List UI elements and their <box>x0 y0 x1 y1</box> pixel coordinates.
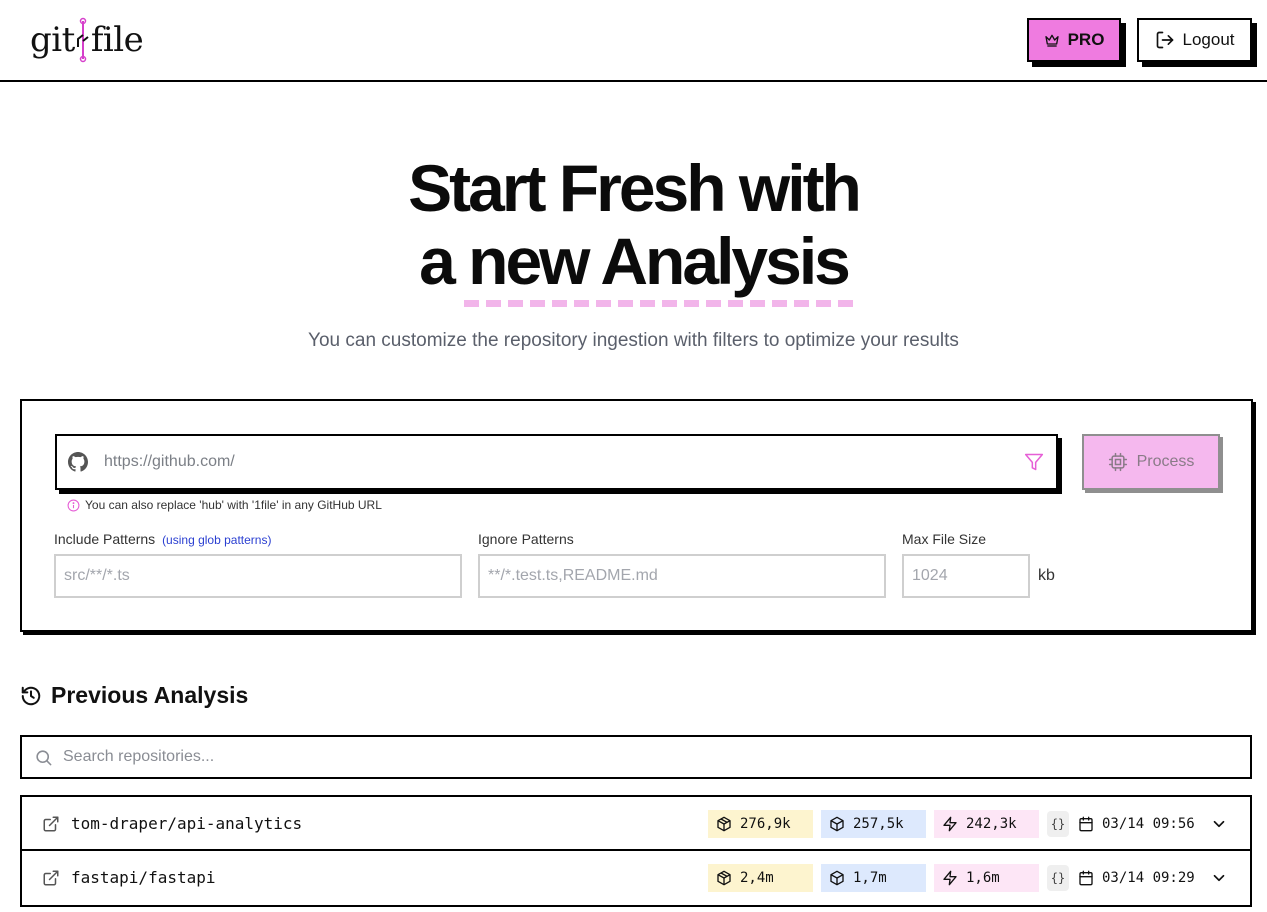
stat-value: 257,5k <box>853 816 904 832</box>
info-icon <box>67 499 80 511</box>
include-patterns-label: Include Patterns (using glob patterns) <box>54 531 271 547</box>
process-button[interactable]: Process <box>1082 434 1220 490</box>
pro-button[interactable]: PRO <box>1027 18 1121 62</box>
stat-badge-size: 1,7m <box>821 864 926 892</box>
history-icon <box>21 686 41 705</box>
repo-search-field[interactable] <box>20 735 1252 779</box>
url-hint: You can also replace 'hub' with '1file' … <box>67 498 382 512</box>
crown-icon <box>1044 34 1059 47</box>
repo-row[interactable]: fastapi/fastapi 2,4m 1,7m 1,6m {} 03/14 … <box>22 851 1250 905</box>
boxes-icon <box>717 870 731 886</box>
glob-patterns-link[interactable]: (using glob patterns) <box>162 533 271 547</box>
include-patterns-label-text: Include Patterns <box>54 531 156 547</box>
include-patterns-field[interactable] <box>54 554 462 598</box>
analysis-date: 03/14 09:56 <box>1078 810 1195 838</box>
hero-title-line2: a new Analysis <box>419 224 851 298</box>
github-icon <box>68 451 90 473</box>
repo-list: tom-draper/api-analytics 276,9k 257,5k 2… <box>20 795 1252 907</box>
format-badge[interactable]: {} <box>1047 865 1069 891</box>
stat-badge-size: 257,5k <box>821 810 926 838</box>
max-file-size-input[interactable] <box>904 556 1028 596</box>
max-file-size-label: Max File Size <box>902 531 987 547</box>
logo[interactable]: git file <box>30 14 144 66</box>
repo-search-input[interactable] <box>63 748 1250 766</box>
stat-value: 276,9k <box>740 816 791 832</box>
logout-button[interactable]: Logout <box>1137 18 1252 62</box>
format-badge[interactable]: {} <box>1047 811 1069 837</box>
stat-value: 1,6m <box>966 870 1000 886</box>
repo-url-field[interactable] <box>55 434 1058 490</box>
repo-row[interactable]: tom-draper/api-analytics 276,9k 257,5k 2… <box>22 797 1250 851</box>
stat-value: 1,7m <box>853 870 887 886</box>
max-file-size-field[interactable] <box>902 554 1030 598</box>
zap-icon <box>943 816 957 832</box>
top-header: git file PRO Logout <box>0 0 1267 82</box>
logo-text-left: git <box>30 20 75 60</box>
external-link-icon[interactable] <box>42 869 60 887</box>
ignore-patterns-input[interactable] <box>480 556 884 596</box>
repo-url-input[interactable] <box>104 453 1024 471</box>
chevron-down-icon[interactable] <box>1210 869 1228 887</box>
repo-name[interactable]: fastapi/fastapi <box>71 868 216 887</box>
logout-label: Logout <box>1182 30 1235 49</box>
box-icon <box>830 816 844 832</box>
include-patterns-input[interactable] <box>56 556 460 596</box>
calendar-icon <box>1079 816 1093 832</box>
boxes-icon <box>717 816 731 832</box>
pro-label: PRO <box>1067 30 1105 49</box>
url-hint-text: You can also replace 'hub' with '1file' … <box>85 498 382 512</box>
stat-badge-files: 2,4m <box>708 864 813 892</box>
logo-text-right: file <box>90 20 144 60</box>
previous-analysis-heading: Previous Analysis <box>20 682 248 709</box>
zap-icon <box>943 870 957 886</box>
stat-badge-tokens: 1,6m <box>934 864 1039 892</box>
date-text: 03/14 09:29 <box>1102 870 1195 886</box>
hero-title-line1: Start Fresh with <box>408 151 862 225</box>
external-link-icon[interactable] <box>42 815 60 833</box>
box-icon <box>830 870 844 886</box>
date-text: 03/14 09:56 <box>1102 816 1195 832</box>
max-file-size-unit: kb <box>1038 567 1055 584</box>
ignore-patterns-field[interactable] <box>478 554 886 598</box>
calendar-icon <box>1079 870 1093 886</box>
hero-subtitle: You can customize the repository ingesti… <box>308 330 959 351</box>
process-label: Process <box>1136 453 1195 470</box>
repo-name[interactable]: tom-draper/api-analytics <box>71 814 302 833</box>
search-icon <box>34 747 54 767</box>
previous-analysis-title: Previous Analysis <box>51 682 249 708</box>
chevron-down-icon[interactable] <box>1210 815 1228 833</box>
analysis-form-card: Process You can also replace 'hub' with … <box>20 399 1253 632</box>
hero-dashed-underline <box>464 300 854 307</box>
logout-icon <box>1156 31 1173 49</box>
cpu-icon <box>1108 452 1127 472</box>
ignore-patterns-label: Ignore Patterns <box>478 531 574 547</box>
stat-badge-files: 276,9k <box>708 810 813 838</box>
filter-icon[interactable] <box>1024 451 1046 473</box>
logo-circuit-icon <box>76 17 89 63</box>
analysis-date: 03/14 09:29 <box>1078 864 1195 892</box>
stat-value: 2,4m <box>740 870 774 886</box>
stat-value: 242,3k <box>966 816 1017 832</box>
stat-badge-tokens: 242,3k <box>934 810 1039 838</box>
